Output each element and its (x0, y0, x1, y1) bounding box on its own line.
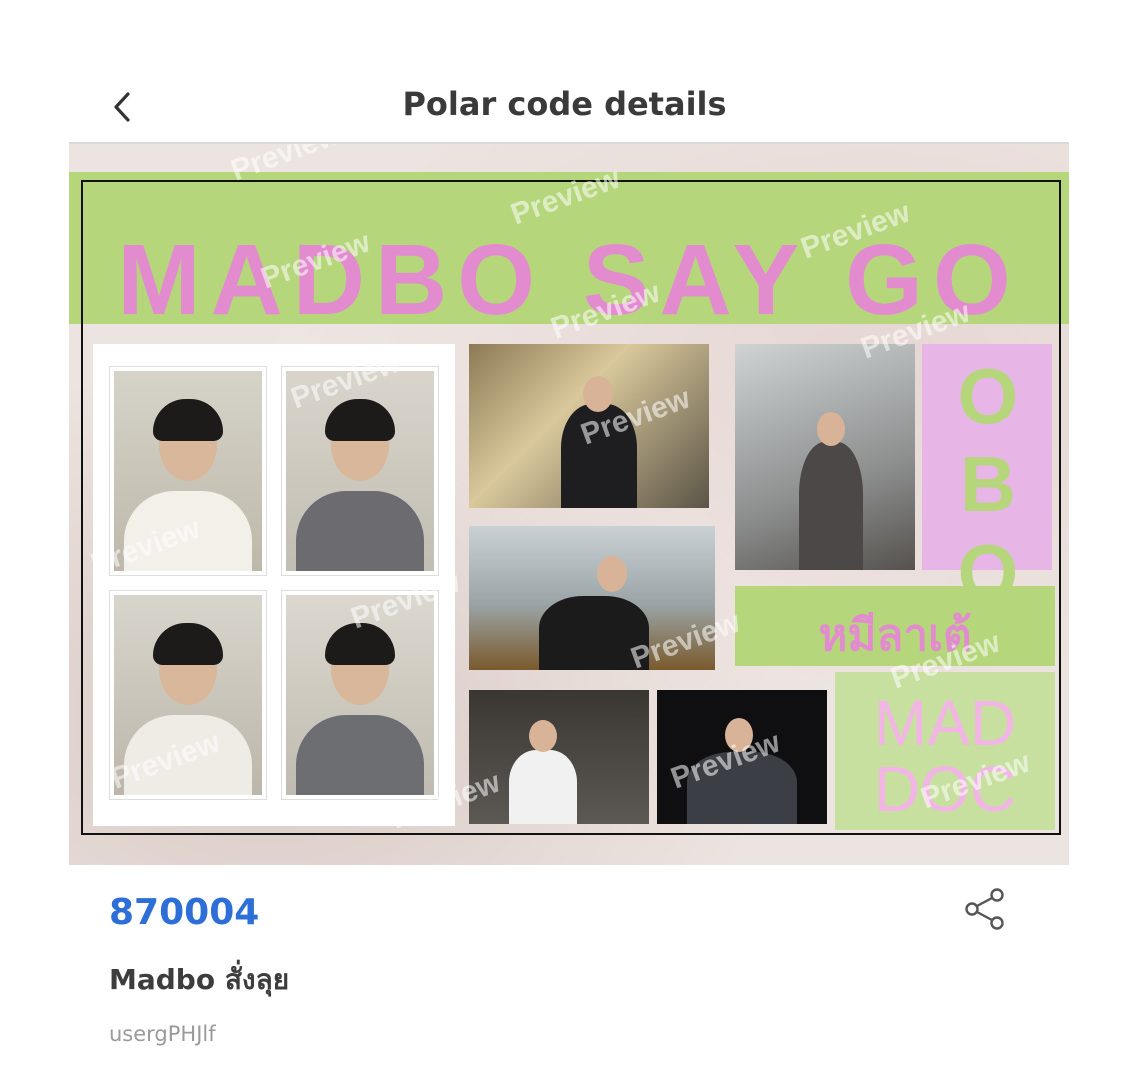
collage-photo (657, 690, 827, 824)
collage-photo (469, 690, 649, 824)
polar-preview-image: MADBO SAY GO OBO หมีลาเต้ MAD DOC Previe… (69, 142, 1069, 865)
thai-text: หมีลาเต้ (818, 610, 972, 661)
mad-doc-text: MAD DOC (873, 687, 1017, 825)
collage-photo (469, 526, 715, 670)
polaroid-photo (281, 366, 439, 576)
obo-text: OBO (944, 352, 1032, 616)
thai-label-box: หมีลาเต้ (735, 586, 1055, 666)
mad-doc-box: MAD DOC (835, 672, 1055, 830)
page-title: Polar code details (402, 85, 727, 123)
header-bar: Polar code details (0, 60, 1129, 150)
collage-photo (735, 344, 915, 570)
obo-label-box: OBO (922, 344, 1052, 616)
polaroid-photo (281, 590, 439, 800)
author-username[interactable]: usergPHJlf (109, 1022, 216, 1046)
code-name: Madbo สั่งลุย (109, 963, 290, 996)
share-icon (965, 888, 1004, 930)
share-button[interactable] (962, 886, 1008, 932)
polar-code: 870004 (109, 892, 260, 933)
polaroid-photo (109, 366, 267, 576)
collage-photo (469, 344, 709, 508)
polaroid-board (93, 344, 455, 826)
polaroid-photo (109, 590, 267, 800)
